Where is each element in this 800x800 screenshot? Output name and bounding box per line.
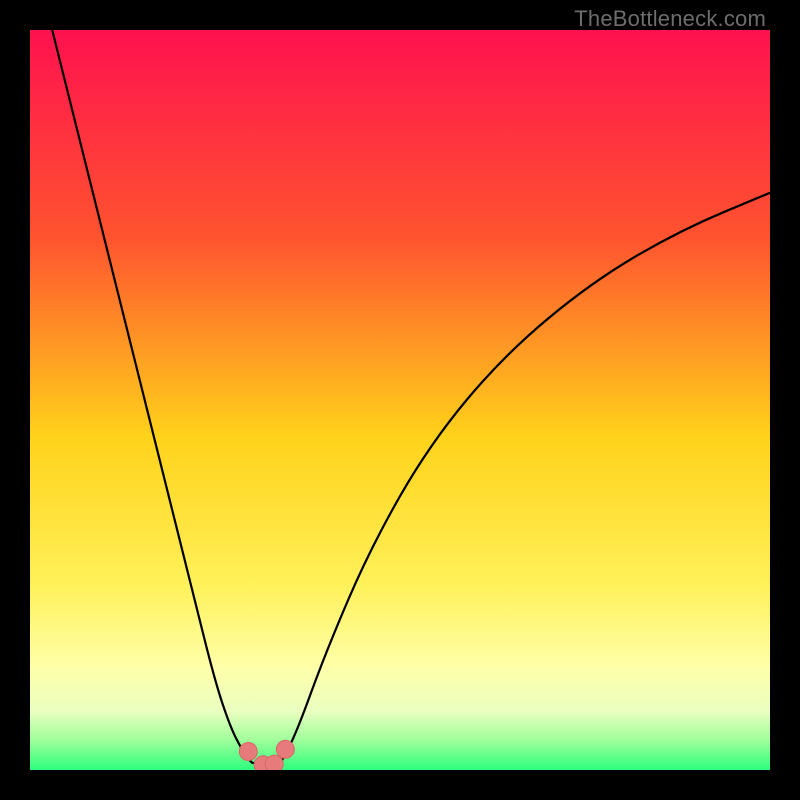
bottleneck-curve (30, 30, 770, 770)
watermark-text: TheBottleneck.com (574, 6, 766, 32)
curve-marker-0 (239, 743, 257, 761)
curve-line (52, 30, 770, 765)
curve-markers (239, 740, 294, 770)
curve-marker-3 (276, 740, 294, 758)
chart-frame: TheBottleneck.com (0, 0, 800, 800)
plot-area (30, 30, 770, 770)
